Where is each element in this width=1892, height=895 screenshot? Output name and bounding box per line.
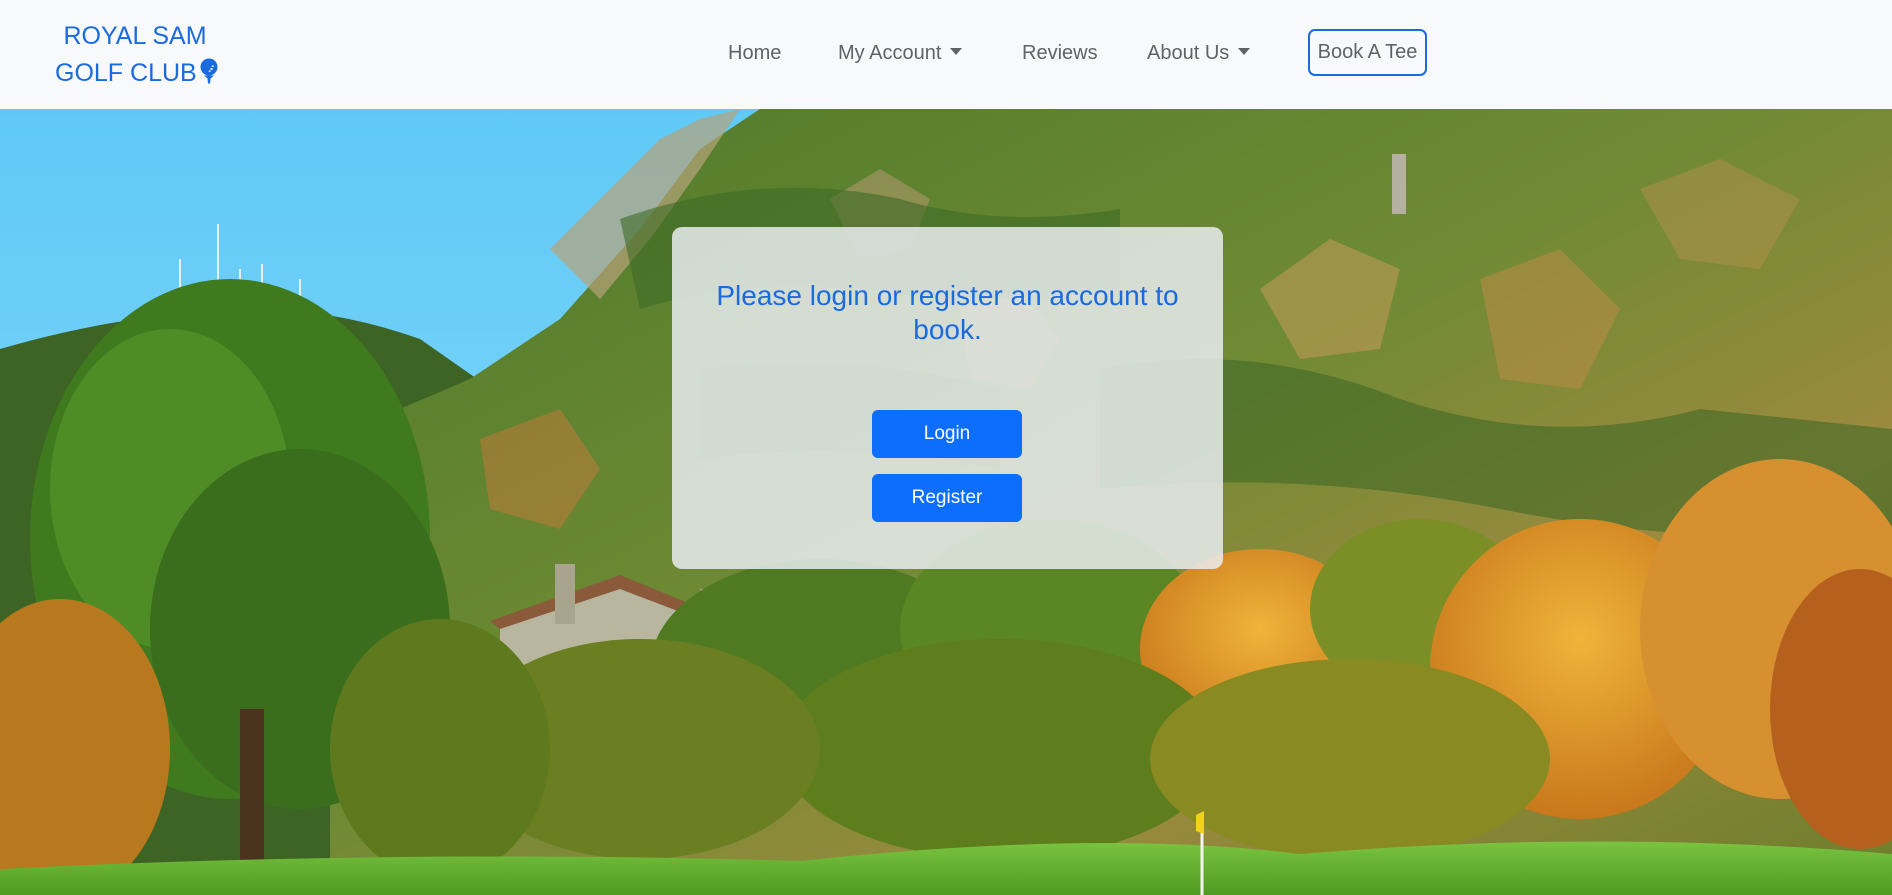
book-a-tee-button[interactable]: Book A Tee	[1308, 29, 1427, 76]
nav-reviews[interactable]: Reviews	[1022, 38, 1098, 68]
login-prompt-message: Please login or register an account to b…	[716, 280, 1179, 345]
brand-name-line-1: ROYAL SAM	[63, 22, 207, 50]
nav-about-us-label: About Us	[1147, 42, 1230, 64]
nav-my-account-dropdown[interactable]: My Account	[838, 38, 963, 68]
login-prompt-card: Please login or register an account to b…	[672, 227, 1223, 569]
register-button[interactable]: Register	[872, 474, 1022, 522]
nav-about-us-dropdown[interactable]: About Us	[1147, 38, 1251, 68]
caret-down-icon	[1238, 48, 1251, 55]
golf-ball-tee-icon	[199, 58, 219, 95]
navbar: ROYAL SAM GOLF CLUB Home My Account Revi…	[0, 0, 1892, 109]
caret-down-icon	[950, 48, 963, 55]
nav-my-account-label: My Account	[838, 42, 942, 64]
brand-name-line-2-wrap: GOLF CLUB	[55, 55, 218, 95]
brand-logo-link[interactable]: ROYAL SAM GOLF CLUB	[55, 18, 218, 95]
brand-name-line-2: GOLF CLUB	[55, 59, 197, 87]
login-button[interactable]: Login	[872, 410, 1022, 458]
nav-home[interactable]: Home	[728, 38, 781, 68]
